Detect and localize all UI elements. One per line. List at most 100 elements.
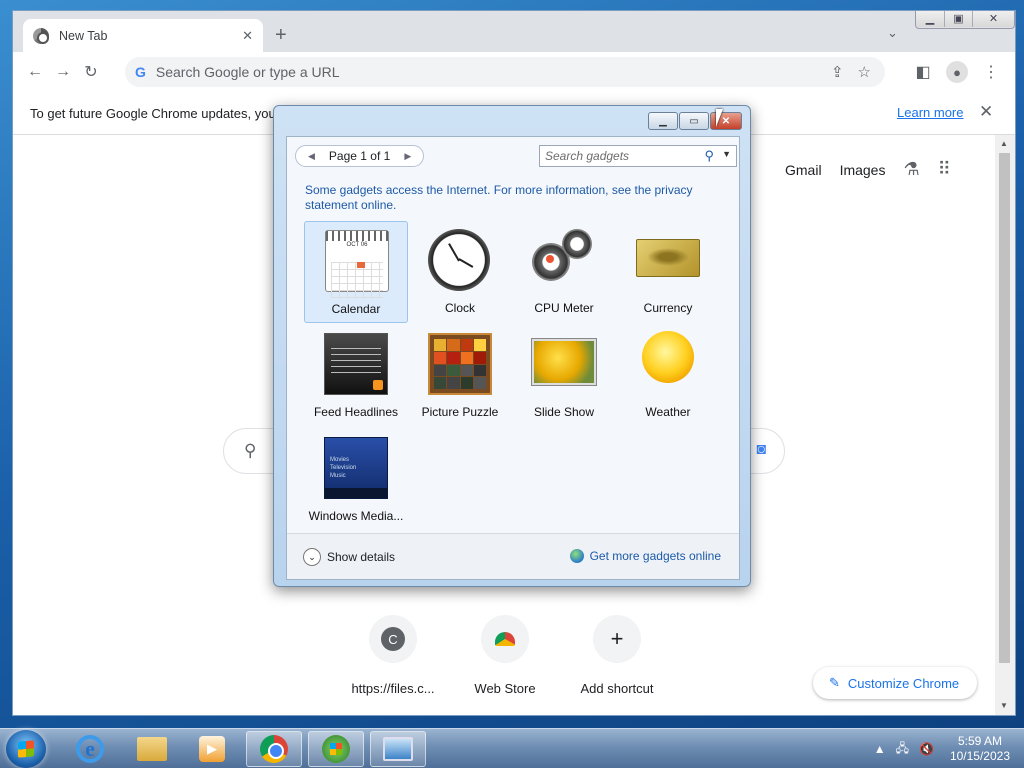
network-icon[interactable]: 🖧 bbox=[896, 739, 909, 760]
new-tab-button[interactable]: + bbox=[275, 25, 287, 45]
gadget-clock[interactable]: Clock bbox=[408, 221, 512, 323]
windows-gadget-icon bbox=[322, 735, 350, 763]
menu-kebab-icon[interactable]: ⋮ bbox=[977, 58, 1005, 86]
omnibox[interactable]: G Search Google or type a URL ⇪ ☆ bbox=[125, 57, 885, 87]
web-store-icon bbox=[481, 615, 529, 663]
minimize-button[interactable]: ▁ bbox=[916, 11, 944, 27]
clock-icon bbox=[428, 229, 490, 291]
gadget-minimize-button[interactable]: ▁ bbox=[648, 112, 678, 130]
start-button[interactable] bbox=[6, 730, 46, 768]
scroll-thumb[interactable] bbox=[999, 153, 1010, 663]
gadget-currency[interactable]: Currency bbox=[616, 221, 720, 323]
gadget-windows-media-center[interactable]: Movies Television Music Windows Media... bbox=[304, 429, 408, 531]
gadget-maximize-button[interactable]: ▭ bbox=[679, 112, 709, 130]
close-button[interactable]: ✕ bbox=[972, 11, 1014, 27]
page-indicator: Page 1 of 1 bbox=[328, 149, 391, 163]
bookmark-star-icon[interactable]: ☆ bbox=[858, 63, 871, 81]
gadget-feed-headlines[interactable]: Feed Headlines bbox=[304, 325, 408, 427]
feed-headlines-icon bbox=[324, 333, 388, 395]
pencil-icon: ✎ bbox=[829, 675, 840, 690]
share-icon[interactable]: ⇪ bbox=[831, 63, 844, 81]
apps-grid-icon[interactable]: ⠿ bbox=[938, 159, 951, 180]
search-dropdown-icon[interactable]: ▼ bbox=[722, 149, 731, 159]
customize-label: Customize Chrome bbox=[847, 675, 960, 691]
search-icon: ⚲ bbox=[244, 441, 257, 460]
ntp-top-links: Gmail Images ⚗ ⠿ bbox=[785, 159, 951, 180]
next-page-icon[interactable]: ▶ bbox=[398, 151, 417, 162]
learn-more-link[interactable]: Learn more bbox=[897, 105, 963, 120]
get-more-gadgets-link[interactable]: Get more gadgets online bbox=[569, 549, 721, 563]
shortcut-add[interactable]: + Add shortcut bbox=[561, 615, 673, 696]
forward-button[interactable]: → bbox=[49, 58, 77, 86]
toolbar-right: ◧ ● ⋮ bbox=[909, 58, 1015, 86]
reload-button[interactable]: ↻ bbox=[77, 58, 105, 86]
globe-icon bbox=[569, 549, 584, 563]
show-details-button[interactable]: ⌄ Show details bbox=[303, 548, 395, 566]
chrome-favicon-icon bbox=[33, 27, 49, 44]
gadget-weather[interactable]: Weather bbox=[616, 325, 720, 427]
profile-button[interactable]: ● bbox=[943, 58, 971, 86]
weather-sun-icon bbox=[642, 331, 694, 383]
labs-flask-icon[interactable]: ⚗ bbox=[903, 159, 919, 180]
shortcut-label: https://files.c... bbox=[351, 681, 435, 696]
shortcut-web-store[interactable]: Web Store bbox=[449, 615, 561, 696]
taskbar-gadgets[interactable] bbox=[308, 731, 364, 767]
volume-muted-icon[interactable]: 🔇 bbox=[919, 742, 934, 756]
chrome-icon bbox=[260, 735, 288, 763]
shortcut-files[interactable]: C https://files.c... bbox=[337, 615, 449, 696]
windows-media-center-icon: Movies Television Music bbox=[324, 437, 388, 499]
tab-search-button[interactable]: ⌄ bbox=[887, 25, 898, 41]
gadget-gallery-pane: ◀ Page 1 of 1 ▶ Search gadgets ⚲ ▼ Some … bbox=[286, 136, 740, 580]
window-controls: ▁ ▣ ✕ bbox=[915, 11, 1015, 29]
gadget-close-button[interactable]: ✕ bbox=[710, 112, 742, 130]
gadget-label: Feed Headlines bbox=[313, 405, 399, 419]
page-scrollbar[interactable]: ▲ ▼ bbox=[995, 135, 1015, 715]
search-magnifier-icon[interactable]: ⚲ bbox=[704, 148, 714, 164]
taskbar-chrome[interactable] bbox=[246, 731, 302, 767]
restore-button[interactable]: ▣ bbox=[944, 11, 972, 27]
tab-close-icon[interactable]: ✕ bbox=[242, 28, 253, 44]
lens-camera-icon[interactable]: ◙ bbox=[756, 441, 766, 459]
page-navigator: ◀ Page 1 of 1 ▶ bbox=[295, 145, 425, 167]
privacy-notice-link[interactable]: Some gadgets access the Internet. For mo… bbox=[305, 183, 715, 213]
prev-page-icon[interactable]: ◀ bbox=[302, 151, 321, 162]
customize-chrome-button[interactable]: ✎ Customize Chrome bbox=[813, 667, 977, 699]
taskbar-media-player[interactable]: ▶ bbox=[184, 731, 240, 767]
profile-avatar-icon: ● bbox=[946, 61, 968, 83]
gadget-slide-show[interactable]: Slide Show bbox=[512, 325, 616, 427]
tray-clock[interactable]: 5:59 AM 10/15/2023 bbox=[950, 734, 1010, 764]
tab-title: New Tab bbox=[59, 28, 108, 43]
scroll-down-arrow-icon[interactable]: ▼ bbox=[1000, 701, 1008, 710]
images-link[interactable]: Images bbox=[840, 162, 886, 178]
picture-puzzle-icon bbox=[428, 333, 492, 395]
internet-explorer-icon: e bbox=[76, 735, 104, 763]
system-tray: ▲ 🖧 🔇 5:59 AM 10/15/2023 bbox=[874, 729, 1024, 768]
gadget-gallery-window: ▁ ▭ ✕ ◀ Page 1 of 1 ▶ Search gadgets ⚲ ▼… bbox=[273, 105, 751, 587]
gadget-label: Windows Media... bbox=[308, 509, 404, 523]
toolbar: ← → ↻ G Search Google or type a URL ⇪ ☆ … bbox=[13, 52, 1015, 92]
folder-icon bbox=[137, 737, 167, 761]
gadget-picture-puzzle[interactable]: Picture Puzzle bbox=[408, 325, 512, 427]
taskbar-file-explorer[interactable] bbox=[124, 731, 180, 767]
show-details-label: Show details bbox=[327, 550, 396, 564]
search-gadgets-input[interactable]: Search gadgets ⚲ ▼ bbox=[539, 145, 737, 167]
gadget-calendar[interactable]: OCT 06 Calendar bbox=[304, 221, 408, 323]
media-player-icon: ▶ bbox=[199, 736, 225, 762]
tray-expand-icon[interactable]: ▲ bbox=[874, 742, 886, 756]
gmail-link[interactable]: Gmail bbox=[785, 162, 822, 178]
infobar-text: To get future Google Chrome updates, you bbox=[30, 105, 276, 121]
back-button[interactable]: ← bbox=[21, 58, 49, 86]
gadget-label: CPU Meter bbox=[534, 301, 594, 315]
gadget-cpu-meter[interactable]: CPU Meter bbox=[512, 221, 616, 323]
tab-new-tab[interactable]: New Tab ✕ bbox=[23, 19, 263, 52]
taskbar-remote-desktop[interactable] bbox=[370, 731, 426, 767]
calendar-icon: OCT 06 bbox=[325, 230, 389, 298]
side-panel-icon[interactable]: ◧ bbox=[909, 58, 937, 86]
gadget-label: Slide Show bbox=[533, 405, 595, 419]
google-g-icon: G bbox=[135, 64, 146, 80]
shortcut-files-icon: C bbox=[369, 615, 417, 663]
infobar-close-icon[interactable]: ✕ bbox=[979, 102, 993, 122]
scroll-up-arrow-icon[interactable]: ▲ bbox=[1000, 139, 1008, 148]
clock-date: 10/15/2023 bbox=[949, 749, 1010, 763]
taskbar-internet-explorer[interactable]: e bbox=[62, 731, 118, 767]
